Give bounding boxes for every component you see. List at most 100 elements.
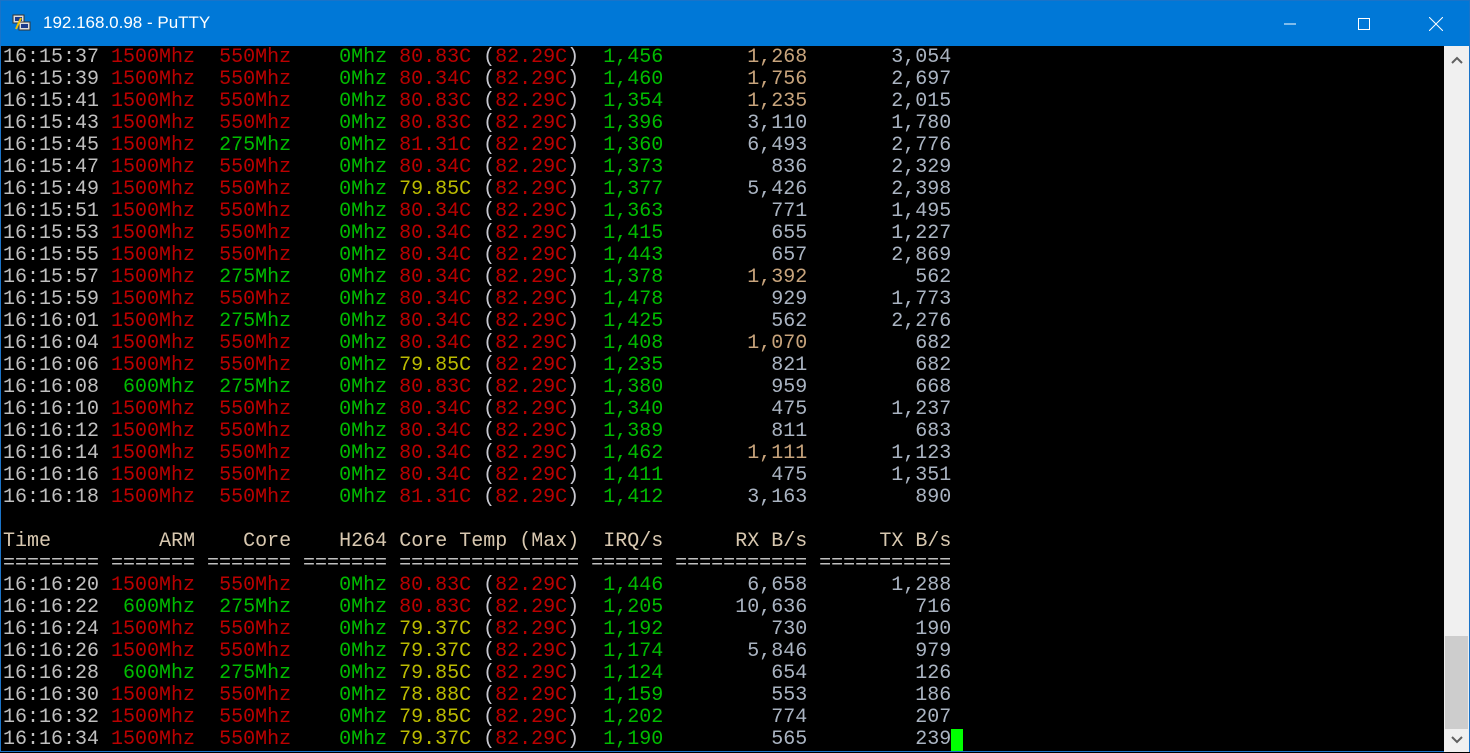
max-temp-cell: 82.29C <box>495 640 568 663</box>
terminal-output[interactable]: 16:15:37 1500Mhz 550Mhz 0Mhz 80.83C (82.… <box>3 47 1443 753</box>
stats-row: 16:16:26 1500Mhz 550Mhz 0Mhz 79.37C (82.… <box>3 641 1443 663</box>
arm-freq-cell: 1500Mhz <box>111 46 196 69</box>
h264-freq-cell: 0Mhz <box>339 464 388 487</box>
close-button[interactable] <box>1413 1 1459 46</box>
core-temp-cell: 78.88C <box>399 684 472 707</box>
max-temp-cell: 82.29C <box>495 310 568 333</box>
core-freq-cell: 275Mhz <box>219 266 292 289</box>
spacer: ) <box>567 442 580 465</box>
h264-freq-cell: 0Mhz <box>339 398 388 421</box>
tx-cell: 1,773 <box>891 288 952 311</box>
rx-cell: 562 <box>771 310 808 333</box>
h264-freq-cell: 0Mhz <box>339 420 388 443</box>
stats-row: 16:16:30 1500Mhz 550Mhz 0Mhz 78.88C (82.… <box>3 685 1443 707</box>
tx-cell: 2,276 <box>891 310 952 333</box>
arm-freq-cell: 1500Mhz <box>111 156 196 179</box>
spacer: ( <box>471 574 496 597</box>
spacer: ) <box>567 596 580 619</box>
scrollbar-thumb[interactable] <box>1445 636 1468 729</box>
spacer: ) <box>567 244 580 267</box>
core-temp-cell: 79.37C <box>399 640 472 663</box>
arm-freq-cell: 1500Mhz <box>111 288 196 311</box>
core-freq-cell: 550Mhz <box>219 90 292 113</box>
rx-cell: 1,756 <box>747 68 808 91</box>
irq-cell: 1,190 <box>603 728 664 751</box>
h264-freq-cell: 0Mhz <box>339 728 388 751</box>
spacer: ( <box>471 596 496 619</box>
scroll-up-button[interactable] <box>1444 50 1469 70</box>
irq-cell: 1,124 <box>603 662 664 685</box>
minimize-button[interactable] <box>1267 1 1313 46</box>
vertical-scrollbar[interactable] <box>1444 46 1469 752</box>
spacer: ) <box>567 178 580 201</box>
spacer: ( <box>471 464 496 487</box>
scroll-down-button[interactable] <box>1444 730 1469 750</box>
time-cell: 16:16:22 <box>3 596 100 619</box>
max-temp-cell: 82.29C <box>495 134 568 157</box>
arm-freq-cell: 1500Mhz <box>111 222 196 245</box>
stats-row: 16:16:28 600Mhz 275Mhz 0Mhz 79.85C (82.2… <box>3 663 1443 685</box>
arm-freq-cell: 1500Mhz <box>111 442 196 465</box>
spacer: ( <box>471 354 496 377</box>
h264-freq-cell: 0Mhz <box>339 68 388 91</box>
arm-freq-cell: 1500Mhz <box>111 332 196 355</box>
maximize-button[interactable] <box>1341 1 1387 46</box>
column-header: IRQ/s <box>603 530 664 553</box>
rx-cell: 3,163 <box>747 486 808 509</box>
spacer: ) <box>567 376 580 399</box>
irq-cell: 1,443 <box>603 244 664 267</box>
spacer: ) <box>567 200 580 223</box>
irq-cell: 1,389 <box>603 420 664 443</box>
rx-cell: 6,658 <box>747 574 808 597</box>
spacer: ( <box>471 134 496 157</box>
stats-row: 16:16:22 600Mhz 275Mhz 0Mhz 80.83C (82.2… <box>3 597 1443 619</box>
spacer: ( <box>471 266 496 289</box>
spacer: ( <box>471 618 496 641</box>
core-temp-cell: 79.37C <box>399 618 472 641</box>
core-freq-cell: 550Mhz <box>219 640 292 663</box>
putty-icon[interactable] <box>12 13 32 33</box>
core-temp-cell: 80.83C <box>399 596 472 619</box>
spacer: ( <box>471 398 496 421</box>
irq-cell: 1,378 <box>603 266 664 289</box>
irq-cell: 1,408 <box>603 332 664 355</box>
rx-cell: 959 <box>771 376 808 399</box>
h264-freq-cell: 0Mhz <box>339 332 388 355</box>
title-bar[interactable]: 192.168.0.98 - PuTTY <box>1 1 1469 46</box>
spacer: ( <box>471 156 496 179</box>
